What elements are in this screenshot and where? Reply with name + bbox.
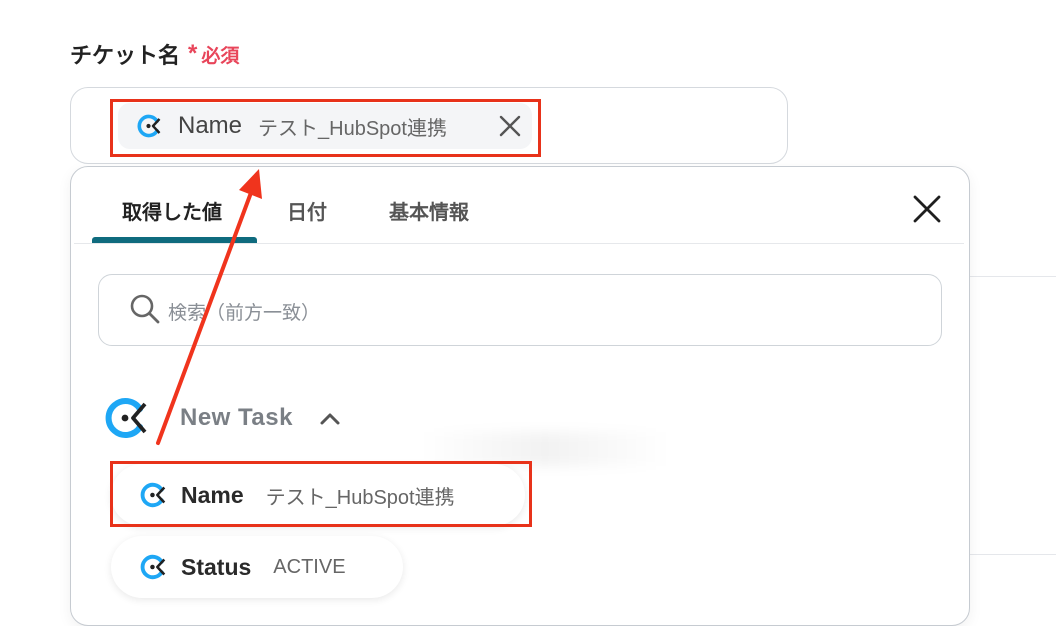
search-placeholder: 検索（前方一致） — [168, 303, 321, 324]
background-divider — [968, 554, 1056, 555]
tab-retrieved-values[interactable]: 取得した値 — [122, 196, 222, 225]
option-value-label: テスト_HubSpot連携 — [265, 486, 455, 509]
field-label: チケット名 * 必須 — [70, 38, 239, 70]
chevron-up-icon[interactable] — [319, 410, 341, 426]
chip-name-label: Name — [178, 112, 243, 139]
required-mark: * — [188, 40, 198, 67]
option-value-label: ACTIVE — [273, 555, 346, 578]
tabs-divider — [74, 243, 964, 244]
clickup-logo-icon — [140, 482, 166, 508]
close-icon[interactable] — [498, 114, 522, 138]
group-new-task[interactable]: New Task — [104, 396, 341, 440]
tab-date[interactable]: 日付 — [287, 196, 327, 225]
selected-value-chip[interactable]: Name テスト_HubSpot連携 — [118, 103, 532, 149]
close-icon[interactable] — [910, 192, 944, 226]
background-divider — [968, 276, 1056, 277]
option-name[interactable]: Name テスト_HubSpot連携 — [111, 464, 525, 526]
active-tab-indicator — [92, 237, 257, 243]
option-status[interactable]: Status ACTIVE — [111, 536, 403, 598]
field-label-text: チケット名 — [70, 43, 181, 68]
required-indicator: * 必須 — [188, 41, 239, 68]
clickup-logo-icon — [140, 554, 166, 580]
chip-value-label: テスト_HubSpot連携 — [258, 117, 447, 140]
clickup-logo-icon — [137, 114, 161, 138]
group-title: New Task — [180, 404, 293, 431]
option-name-label: Status — [181, 553, 252, 580]
tab-basic-info[interactable]: 基本情報 — [389, 196, 469, 225]
clickup-logo-icon — [105, 398, 147, 438]
required-text: 必須 — [201, 45, 240, 67]
option-name-label: Name — [181, 481, 244, 508]
search-icon — [130, 294, 160, 324]
